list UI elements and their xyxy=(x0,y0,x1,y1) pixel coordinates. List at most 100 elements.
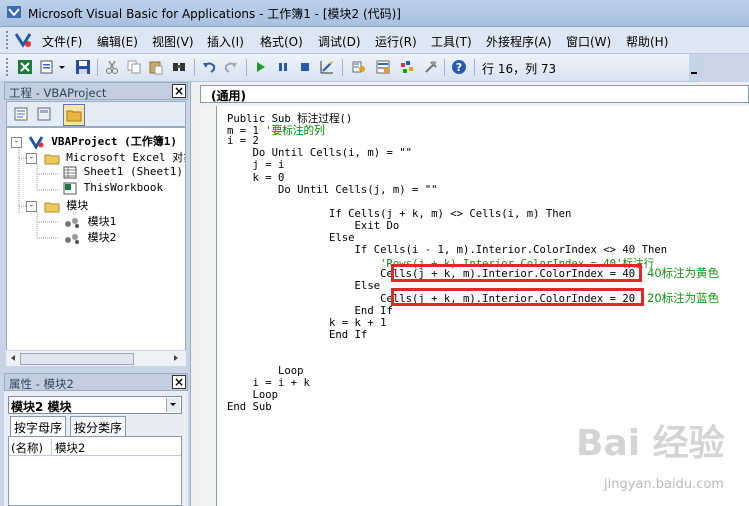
baidu-watermark-url: jingyan.baidu.com xyxy=(604,477,724,492)
menu-file[interactable]: 文件(F) xyxy=(42,33,82,50)
menu-debug[interactable]: 调试(D) xyxy=(318,33,361,50)
copy-icon[interactable] xyxy=(125,58,143,76)
paste-icon[interactable] xyxy=(147,58,165,76)
code-line[interactable]: k = 0 xyxy=(227,172,285,184)
properties-panel-title: 属性 - 模块2 xyxy=(9,377,74,391)
window-title: Microsoft Visual Basic for Applications … xyxy=(28,7,401,21)
menu-window[interactable]: 窗口(W) xyxy=(566,33,611,50)
workbook-icon xyxy=(63,182,77,194)
toolbox-icon[interactable] xyxy=(422,58,440,76)
vba-menu-icon[interactable] xyxy=(14,31,32,49)
property-value[interactable]: 模块2 xyxy=(55,440,85,456)
code-margin-gutter[interactable] xyxy=(200,106,216,506)
menubar-grip[interactable] xyxy=(6,31,11,49)
view-code-icon[interactable] xyxy=(12,105,30,123)
tree-label: 模块 xyxy=(66,199,89,212)
module-icon xyxy=(65,233,79,244)
toolbar-separator xyxy=(342,59,343,76)
code-line[interactable]: If Cells(j + k, m) <> Cells(i, m) Then xyxy=(227,208,571,220)
baidu-watermark-logo: Bai 经验 xyxy=(576,423,725,464)
run-icon[interactable] xyxy=(252,58,270,76)
tab-categorized[interactable]: 按分类序 xyxy=(70,416,127,436)
tree-item-sheet1[interactable]: Sheet1 (Sheet1) xyxy=(63,165,183,179)
toggle-folders-icon[interactable] xyxy=(63,104,85,126)
code-comment: '要标注的列 xyxy=(265,125,325,138)
close-icon[interactable]: × xyxy=(172,84,186,98)
find-icon[interactable] xyxy=(170,58,188,76)
tree-item-modules[interactable]: - 模块 xyxy=(26,197,88,213)
code-line[interactable]: i = 2 xyxy=(227,135,259,147)
collapse-icon[interactable]: - xyxy=(11,136,22,148)
code-line[interactable]: End If xyxy=(227,329,367,341)
code-object-select[interactable]: (通用) xyxy=(200,85,749,103)
reset-icon[interactable] xyxy=(296,58,314,76)
title-bar: Microsoft Visual Basic for Applications … xyxy=(0,0,749,27)
menu-view[interactable]: 视图(V) xyxy=(152,33,194,50)
insert-module-icon[interactable] xyxy=(38,58,56,76)
vba-app-icon xyxy=(7,6,21,18)
scroll-right-icon[interactable] xyxy=(172,354,180,362)
tree-item-module1[interactable]: 模块1 xyxy=(63,213,116,229)
undo-icon[interactable] xyxy=(200,58,218,76)
menu-insert[interactable]: 插入(I) xyxy=(207,33,244,50)
menu-addins[interactable]: 外接程序(A) xyxy=(486,33,552,50)
tree-item-excel-objects[interactable]: - Microsoft Excel 对象 xyxy=(26,149,185,165)
redo-icon[interactable] xyxy=(222,58,240,76)
code-line[interactable]: i = i + k xyxy=(227,377,310,389)
toolbar-separator xyxy=(246,59,247,76)
close-icon[interactable]: × xyxy=(172,375,186,389)
collapse-icon[interactable]: - xyxy=(26,152,37,164)
code-line[interactable]: Exit Do xyxy=(227,220,400,232)
project-explorer-icon[interactable] xyxy=(350,58,368,76)
standard-toolbar: ? 行 16，列 73 xyxy=(0,54,700,82)
worksheet-icon xyxy=(63,166,77,178)
toolbar-grip[interactable] xyxy=(6,58,11,76)
menu-help[interactable]: 帮助(H) xyxy=(626,33,668,50)
code-line[interactable]: Else xyxy=(227,232,355,244)
collapse-icon[interactable]: - xyxy=(26,200,37,212)
design-mode-icon[interactable] xyxy=(318,58,336,76)
properties-object-select[interactable]: 模块2 模块 xyxy=(8,396,182,414)
chevron-down-icon[interactable] xyxy=(166,398,180,412)
highlight-box xyxy=(391,288,644,306)
object-browser-icon[interactable] xyxy=(398,58,416,76)
code-line[interactable]: Do Until Cells(i, m) = "" xyxy=(227,147,412,159)
toolbar-options-chevron[interactable] xyxy=(689,54,700,81)
chevron-down-icon[interactable] xyxy=(56,58,68,76)
view-object-icon[interactable] xyxy=(35,105,53,123)
project-tree-hscrollbar[interactable] xyxy=(6,350,186,366)
excel-icon[interactable] xyxy=(16,58,34,76)
help-icon[interactable]: ? xyxy=(450,58,468,76)
tree-item-vbaproject[interactable]: - VBAProject (工作簿1) xyxy=(11,133,177,150)
property-name: (名称) xyxy=(11,441,43,455)
tree-label: 模块2 xyxy=(87,231,117,244)
code-line[interactable]: End If xyxy=(227,305,393,317)
project-tree: - VBAProject (工作簿1) - Microsoft Excel 对象… xyxy=(6,127,186,366)
scroll-left-icon[interactable] xyxy=(9,354,17,362)
property-row[interactable]: (名称) 模块2 xyxy=(9,439,181,456)
menu-edit[interactable]: 编辑(E) xyxy=(97,33,138,50)
properties-icon[interactable] xyxy=(374,58,392,76)
code-line[interactable]: Else xyxy=(227,280,381,292)
code-line[interactable]: k = k + 1 xyxy=(227,317,386,329)
tree-item-thisworkbook[interactable]: ThisWorkbook xyxy=(63,181,163,195)
properties-grid: (名称) 模块2 xyxy=(8,436,182,506)
vba-project-icon xyxy=(28,136,44,150)
code-line[interactable]: End Sub xyxy=(227,401,272,413)
tree-item-module2[interactable]: 模块2 xyxy=(63,229,116,245)
scrollbar-thumb[interactable] xyxy=(20,353,134,365)
menu-format[interactable]: 格式(O) xyxy=(260,33,303,50)
code-line[interactable]: j = i xyxy=(227,159,285,171)
code-line[interactable]: Loop xyxy=(227,389,279,401)
tree-label: Sheet1 (Sheet1) xyxy=(83,165,183,178)
menu-run[interactable]: 运行(R) xyxy=(375,33,417,50)
code-line[interactable]: Do Until Cells(j, m) = "" xyxy=(227,184,437,196)
module-icon xyxy=(65,217,79,228)
break-icon[interactable] xyxy=(274,58,292,76)
cut-icon[interactable] xyxy=(103,58,121,76)
menu-tools[interactable]: 工具(T) xyxy=(431,33,472,50)
code-line[interactable]: Loop xyxy=(227,365,304,377)
save-icon[interactable] xyxy=(74,58,92,76)
code-line[interactable]: If Cells(i - 1, m).Interior.ColorIndex <… xyxy=(227,244,668,256)
tab-alphabetic[interactable]: 按字母序 xyxy=(10,416,67,436)
